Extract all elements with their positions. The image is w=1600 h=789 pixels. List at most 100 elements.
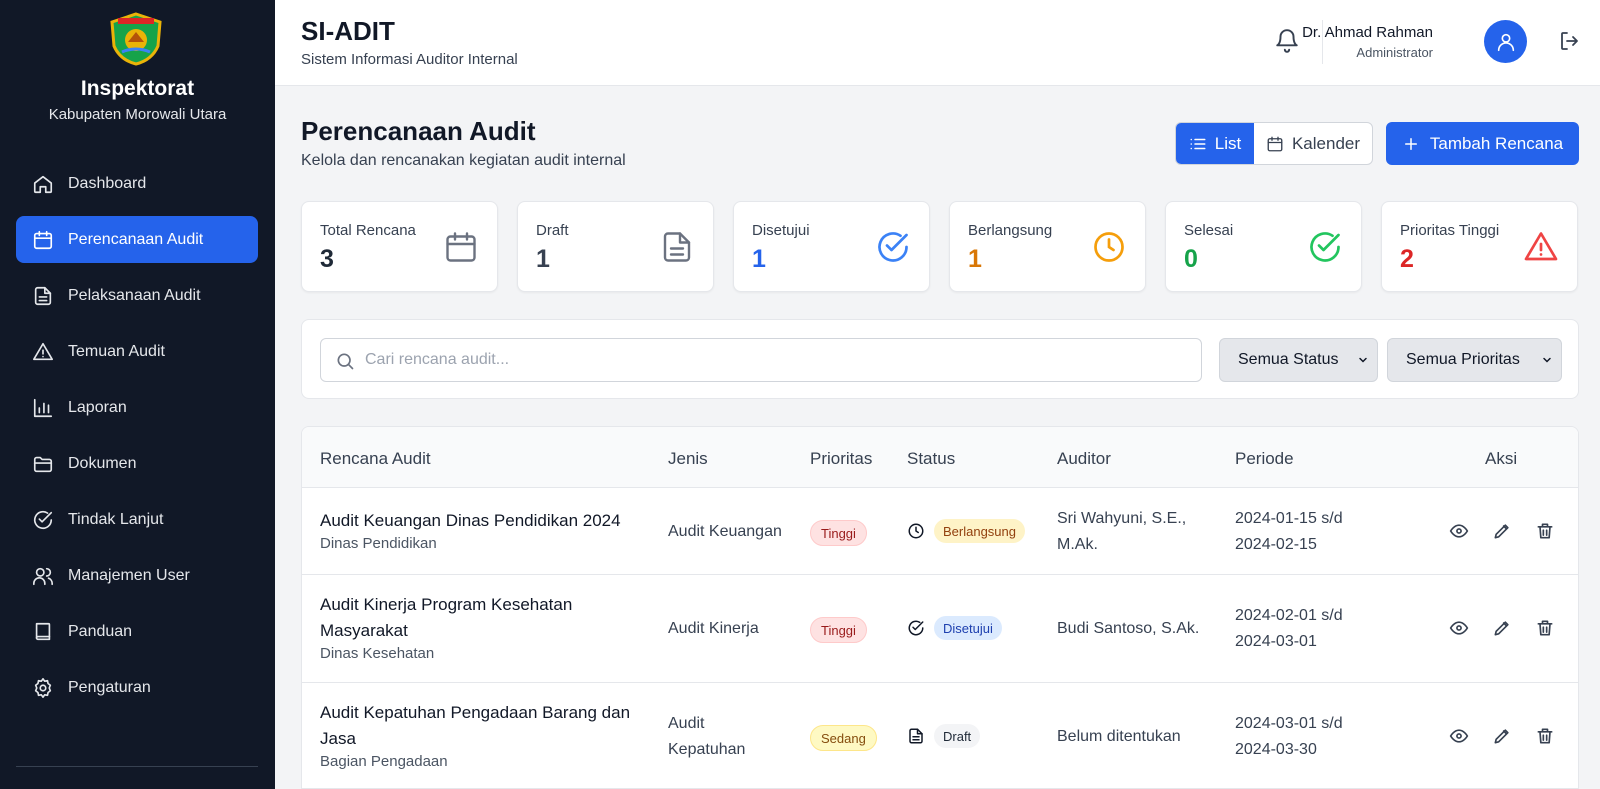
- stat-card-approved: Disetujui 1: [733, 201, 930, 292]
- period-start: 2024-03-01 s/d: [1235, 715, 1343, 732]
- view-toggle: List Kalender: [1175, 122, 1373, 165]
- bell-icon[interactable]: [1274, 28, 1300, 54]
- period-end: 2024-03-01: [1235, 633, 1317, 650]
- stat-card-high-priority: Prioritas Tinggi 2: [1381, 201, 1578, 292]
- avatar[interactable]: [1484, 20, 1527, 63]
- status-badge: Disetujui: [934, 616, 1002, 640]
- search-icon: [337, 353, 354, 370]
- plan-unit: Dinas Pendidikan: [320, 535, 437, 552]
- delete-trash-icon[interactable]: [1535, 726, 1555, 746]
- period-cell: 2024-03-01 s/d 2024-03-30: [1235, 711, 1343, 763]
- edit-pencil-icon[interactable]: [1492, 618, 1512, 638]
- add-plan-label: Tambah Rencana: [1429, 133, 1564, 153]
- list-icon: [1190, 138, 1206, 149]
- plan-title: Audit Kepatuhan Pengadaan Barang dan: [320, 703, 631, 722]
- clock-icon: [1094, 232, 1124, 262]
- brand-title: Inspektorat: [80, 77, 195, 100]
- stat-label: Total Rencana: [320, 222, 416, 239]
- edit-pencil-icon[interactable]: [1492, 726, 1512, 746]
- sidebar: Inspektorat Kabupaten Morowali Utara Das…: [0, 0, 275, 789]
- status-filter-select[interactable]: Semua Status: [1219, 338, 1378, 382]
- chevron-down-icon: [1543, 357, 1551, 363]
- sidebar-item-tindak-lanjut[interactable]: Tindak Lanjut: [16, 496, 258, 543]
- table-row[interactable]: Audit Kinerja Program Kesehatan Masyarak…: [302, 575, 1578, 683]
- table-row[interactable]: Audit Keuangan Dinas Pendidikan 2024 Din…: [302, 488, 1578, 575]
- plan-unit: Bagian Pengadaan: [320, 753, 448, 770]
- sidebar-item-laporan[interactable]: Laporan: [16, 384, 258, 431]
- status-filter-value: Semua Status: [1238, 351, 1339, 368]
- column-header-status: Status: [907, 449, 956, 468]
- stat-label: Draft: [536, 222, 569, 239]
- calendar-view-label: Kalender: [1291, 133, 1361, 153]
- logout-icon[interactable]: [1558, 29, 1582, 53]
- sidebar-item-dokumen[interactable]: Dokumen: [16, 440, 258, 487]
- home-icon: [33, 175, 53, 193]
- clock-icon: [908, 523, 924, 539]
- type-line: Kepatuhan: [668, 741, 746, 758]
- type-cell: Audit Kinerja: [668, 620, 759, 637]
- stat-value: 3: [320, 245, 334, 273]
- status-badge: Berlangsung: [934, 519, 1025, 543]
- stat-value: 2: [1400, 245, 1414, 273]
- view-eye-icon[interactable]: [1449, 618, 1469, 638]
- user-name: Dr. Ahmad Rahman: [1302, 24, 1433, 41]
- sidebar-item-label: Temuan Audit: [68, 342, 165, 360]
- calendar-view-button[interactable]: Kalender: [1254, 123, 1372, 164]
- check-circle-icon: [33, 510, 53, 529]
- priority-badge: Sedang: [810, 725, 877, 751]
- brand-subtitle: Kabupaten Morowali Utara: [48, 106, 227, 123]
- check-circle-icon: [1310, 232, 1340, 262]
- sidebar-item-panduan[interactable]: Panduan: [16, 608, 258, 655]
- stat-card-ongoing: Berlangsung 1: [949, 201, 1146, 292]
- list-view-label: List: [1214, 133, 1242, 153]
- sidebar-item-temuan-audit[interactable]: Temuan Audit: [16, 328, 258, 375]
- table-row[interactable]: Audit Kepatuhan Pengadaan Barang dan Jas…: [302, 683, 1578, 788]
- sidebar-item-label: Dokumen: [68, 454, 137, 472]
- column-header-actions: Aksi: [1485, 449, 1518, 468]
- calendar-icon: [33, 230, 53, 249]
- column-header-period: Periode: [1235, 449, 1294, 468]
- sidebar-item-label: Laporan: [68, 398, 127, 416]
- stat-card-total: Total Rencana 3: [301, 201, 498, 292]
- document-icon: [34, 286, 52, 305]
- add-plan-button[interactable]: Tambah Rencana: [1386, 122, 1579, 165]
- delete-trash-icon[interactable]: [1535, 521, 1555, 541]
- edit-pencil-icon[interactable]: [1492, 521, 1512, 541]
- sidebar-item-manajemen-user[interactable]: Manajemen User: [16, 552, 258, 599]
- view-eye-icon[interactable]: [1449, 521, 1469, 541]
- sidebar-item-pelaksanaan-audit[interactable]: Pelaksanaan Audit: [16, 272, 258, 319]
- sidebar-item-label: Pengaturan: [68, 678, 151, 696]
- filter-bar: Semua Status Semua Prioritas: [301, 319, 1579, 399]
- view-eye-icon[interactable]: [1449, 726, 1469, 746]
- type-cell: Audit Kepatuhan: [668, 711, 745, 763]
- search-box: [320, 338, 1202, 382]
- logo-emblem: [108, 12, 164, 66]
- users-icon: [33, 567, 53, 585]
- plus-icon: [1404, 137, 1417, 150]
- period-cell: 2024-02-01 s/d 2024-03-01: [1235, 603, 1343, 655]
- plan-title: Masyarakat: [320, 621, 408, 640]
- stat-value: 1: [968, 245, 982, 273]
- check-circle-icon: [908, 620, 924, 636]
- plan-unit: Dinas Kesehatan: [320, 645, 435, 662]
- page-subtitle: Kelola dan rencanakan kegiatan audit int…: [301, 152, 626, 169]
- list-view-button[interactable]: List: [1176, 123, 1254, 164]
- folder-icon: [33, 456, 53, 472]
- auditor-cell: Budi Santoso, S.Ak.: [1057, 620, 1200, 637]
- stat-value: 1: [752, 245, 766, 273]
- delete-trash-icon[interactable]: [1535, 618, 1555, 638]
- auditor-cell: Belum ditentukan: [1057, 728, 1181, 745]
- document-icon: [909, 728, 923, 744]
- period-cell: 2024-01-15 s/d 2024-02-15: [1235, 506, 1343, 558]
- sidebar-item-label: Dashboard: [68, 174, 147, 192]
- stat-label: Berlangsung: [968, 222, 1053, 239]
- auditor-line: M.Ak.: [1057, 536, 1098, 553]
- sidebar-item-perencanaan-audit[interactable]: Perencanaan Audit: [16, 216, 258, 263]
- page-title: Perencanaan Audit: [301, 116, 536, 146]
- stat-label: Selesai: [1184, 222, 1234, 239]
- search-input[interactable]: [365, 339, 1185, 381]
- sidebar-item-pengaturan[interactable]: Pengaturan: [16, 664, 258, 711]
- sidebar-item-dashboard[interactable]: Dashboard: [16, 160, 258, 207]
- user-icon: [1497, 33, 1514, 51]
- priority-filter-select[interactable]: Semua Prioritas: [1387, 338, 1562, 382]
